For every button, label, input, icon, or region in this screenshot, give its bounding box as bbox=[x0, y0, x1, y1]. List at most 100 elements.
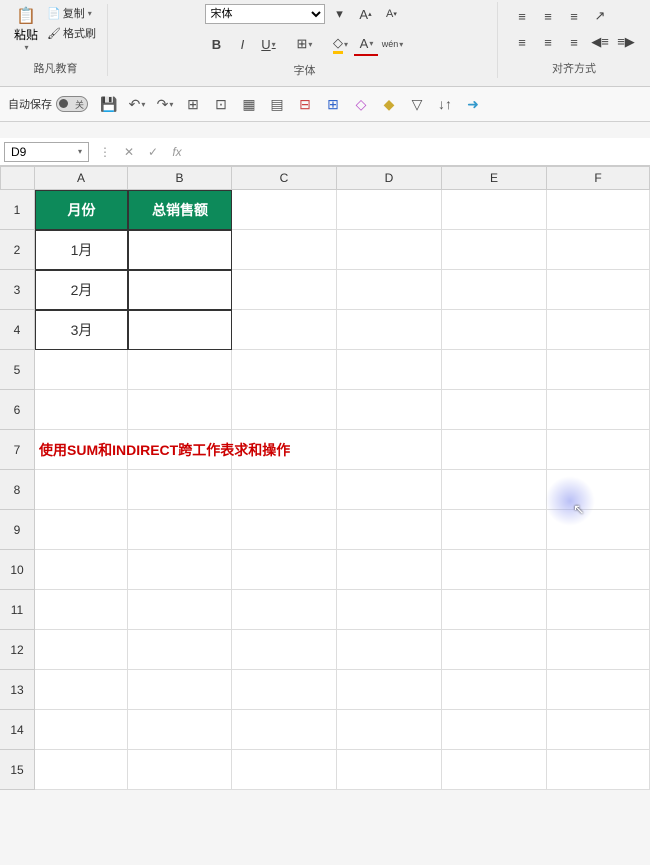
border-button[interactable]: ⊞▾ bbox=[292, 32, 316, 56]
cell-C4[interactable] bbox=[232, 310, 337, 350]
row-header-8[interactable]: 8 bbox=[0, 470, 35, 510]
cell-C12[interactable] bbox=[232, 630, 337, 670]
cell-D4[interactable] bbox=[337, 310, 442, 350]
align-right-button[interactable]: ≡ bbox=[562, 30, 586, 54]
redo-icon[interactable]: ↷▾ bbox=[154, 93, 176, 115]
orientation-button[interactable]: ↗ bbox=[588, 4, 612, 28]
cell-B11[interactable] bbox=[128, 590, 232, 630]
cell-A5[interactable] bbox=[35, 350, 128, 390]
cell-F10[interactable] bbox=[547, 550, 650, 590]
fill-icon[interactable]: ➜ bbox=[462, 93, 484, 115]
row-header-14[interactable]: 14 bbox=[0, 710, 35, 750]
cell-C1[interactable] bbox=[232, 190, 337, 230]
formula-input[interactable] bbox=[189, 138, 650, 165]
row-header-2[interactable]: 2 bbox=[0, 230, 35, 270]
cell-B10[interactable] bbox=[128, 550, 232, 590]
cell-F1[interactable] bbox=[547, 190, 650, 230]
italic-button[interactable]: I bbox=[230, 32, 254, 56]
confirm-icon[interactable]: ✓ bbox=[141, 140, 165, 164]
cell-F13[interactable] bbox=[547, 670, 650, 710]
cell-D9[interactable] bbox=[337, 510, 442, 550]
cell-B8[interactable] bbox=[128, 470, 232, 510]
font-color-button[interactable]: A▾ bbox=[354, 32, 378, 56]
cell-E13[interactable] bbox=[442, 670, 547, 710]
cell-C14[interactable] bbox=[232, 710, 337, 750]
cell-B12[interactable] bbox=[128, 630, 232, 670]
row-header-4[interactable]: 4 bbox=[0, 310, 35, 350]
cell-C2[interactable] bbox=[232, 230, 337, 270]
cell-A3[interactable]: 2月 bbox=[35, 270, 128, 310]
sort-icon[interactable]: ↓↑ bbox=[434, 93, 456, 115]
insert-col-icon[interactable]: ⊞ bbox=[322, 93, 344, 115]
copy-button[interactable]: 📄 复制 ▾ bbox=[44, 4, 99, 22]
cell-A15[interactable] bbox=[35, 750, 128, 790]
cell-C10[interactable] bbox=[232, 550, 337, 590]
cell-C3[interactable] bbox=[232, 270, 337, 310]
cell-E3[interactable] bbox=[442, 270, 547, 310]
cell-A9[interactable] bbox=[35, 510, 128, 550]
cell-F5[interactable] bbox=[547, 350, 650, 390]
cell-C6[interactable] bbox=[232, 390, 337, 430]
cell-F11[interactable] bbox=[547, 590, 650, 630]
cell-F2[interactable] bbox=[547, 230, 650, 270]
font-name-select[interactable]: 宋体 bbox=[205, 4, 325, 24]
cell-E8[interactable] bbox=[442, 470, 547, 510]
cell-C11[interactable] bbox=[232, 590, 337, 630]
select-all-corner[interactable] bbox=[0, 166, 35, 190]
align-left-button[interactable]: ≡ bbox=[510, 30, 534, 54]
cell-F8[interactable] bbox=[547, 470, 650, 510]
underline-button[interactable]: U▾ bbox=[256, 32, 280, 56]
autosave-toggle[interactable]: 自动保存 关 bbox=[8, 96, 88, 112]
cell-E6[interactable] bbox=[442, 390, 547, 430]
cell-B14[interactable] bbox=[128, 710, 232, 750]
cell-D14[interactable] bbox=[337, 710, 442, 750]
row-header-6[interactable]: 6 bbox=[0, 390, 35, 430]
decrease-indent-button[interactable]: ◀≡ bbox=[588, 30, 612, 54]
col-header-F[interactable]: F bbox=[547, 166, 650, 190]
row-header-11[interactable]: 11 bbox=[0, 590, 35, 630]
cell-D5[interactable] bbox=[337, 350, 442, 390]
align-center-button[interactable]: ≡ bbox=[536, 30, 560, 54]
cell-D2[interactable] bbox=[337, 230, 442, 270]
paste-button[interactable]: 📋 粘贴 ▾ bbox=[12, 4, 40, 54]
cell-B3[interactable] bbox=[128, 270, 232, 310]
cell-E15[interactable] bbox=[442, 750, 547, 790]
bold-button[interactable]: B bbox=[204, 32, 228, 56]
increase-indent-button[interactable]: ≡▶ bbox=[614, 30, 638, 54]
row-header-3[interactable]: 3 bbox=[0, 270, 35, 310]
row-header-13[interactable]: 13 bbox=[0, 670, 35, 710]
borders-inside-icon[interactable]: ▦ bbox=[238, 93, 260, 115]
cell-E4[interactable] bbox=[442, 310, 547, 350]
cell-E10[interactable] bbox=[442, 550, 547, 590]
cell-D11[interactable] bbox=[337, 590, 442, 630]
row-header-5[interactable]: 5 bbox=[0, 350, 35, 390]
cell-D6[interactable] bbox=[337, 390, 442, 430]
col-header-A[interactable]: A bbox=[35, 166, 128, 190]
increase-font-button[interactable]: A▴ bbox=[353, 2, 377, 26]
row-header-15[interactable]: 15 bbox=[0, 750, 35, 790]
cell-E7[interactable] bbox=[442, 430, 547, 470]
cell-A13[interactable] bbox=[35, 670, 128, 710]
cell-D12[interactable] bbox=[337, 630, 442, 670]
cell-A1[interactable]: 月份 bbox=[35, 190, 128, 230]
row-header-7[interactable]: 7 bbox=[0, 430, 35, 470]
cell-C5[interactable] bbox=[232, 350, 337, 390]
cell-B9[interactable] bbox=[128, 510, 232, 550]
cell-A14[interactable] bbox=[35, 710, 128, 750]
cell-D10[interactable] bbox=[337, 550, 442, 590]
cell-D13[interactable] bbox=[337, 670, 442, 710]
cell-A7[interactable]: 使用SUM和INDIRECT跨工作表求和操作 bbox=[35, 430, 128, 470]
col-header-C[interactable]: C bbox=[232, 166, 337, 190]
cell-E2[interactable] bbox=[442, 230, 547, 270]
cell-C15[interactable] bbox=[232, 750, 337, 790]
save-icon[interactable]: 💾 bbox=[98, 93, 120, 115]
filter-icon[interactable]: ▽ bbox=[406, 93, 428, 115]
fx-icon[interactable]: fx bbox=[165, 140, 189, 164]
row-header-1[interactable]: 1 bbox=[0, 190, 35, 230]
cell-D15[interactable] bbox=[337, 750, 442, 790]
cell-D3[interactable] bbox=[337, 270, 442, 310]
col-header-E[interactable]: E bbox=[442, 166, 547, 190]
cell-B6[interactable] bbox=[128, 390, 232, 430]
cancel-icon[interactable]: ✕ bbox=[117, 140, 141, 164]
cell-E9[interactable] bbox=[442, 510, 547, 550]
